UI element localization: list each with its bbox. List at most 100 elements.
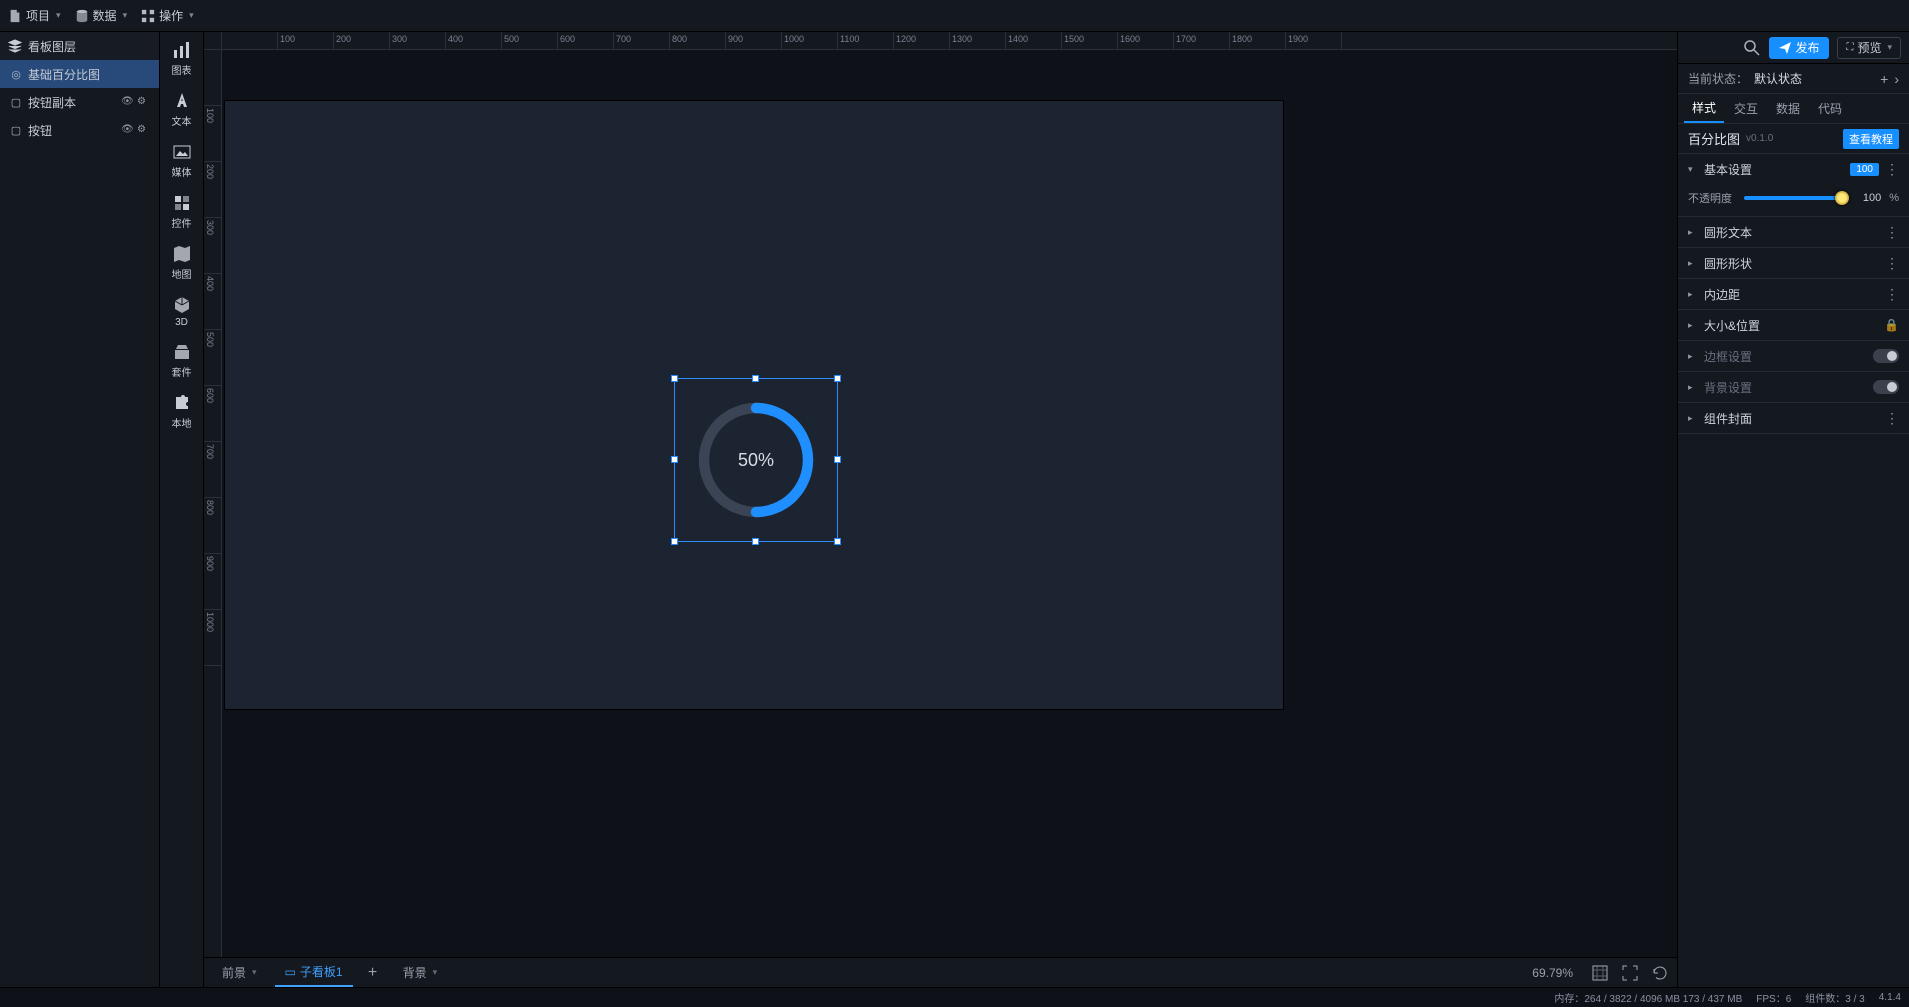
chevron-right-icon: ▸ — [1688, 258, 1698, 269]
more-icon[interactable]: ⋮ — [1885, 286, 1899, 303]
selection-box[interactable]: 50% — [674, 378, 838, 542]
section-label: 圆形形状 — [1704, 255, 1879, 272]
status-count: 组件数：3 / 3 — [1805, 990, 1864, 1005]
section-label: 边框设置 — [1704, 348, 1867, 365]
toolbox-widget[interactable]: 控件 — [172, 193, 192, 230]
section-cover-header[interactable]: ▸ 组件封面 ⋮ — [1678, 403, 1909, 433]
opacity-label: 不透明度 — [1688, 190, 1736, 206]
menu-project[interactable]: 项目▾ — [8, 7, 61, 24]
layer-panel-header: 看板图层 — [0, 32, 159, 60]
gear-icon[interactable]: ⚙ — [137, 124, 149, 136]
add-tab-button[interactable]: + — [361, 964, 385, 982]
more-icon[interactable]: ⋮ — [1885, 410, 1899, 427]
refresh-icon[interactable] — [1651, 964, 1669, 982]
section-label: 基本设置 — [1704, 161, 1844, 178]
status-ver: 4.1.4 — [1879, 992, 1901, 1003]
section-padding-header[interactable]: ▸ 内边距 ⋮ — [1678, 279, 1909, 309]
percent-gauge[interactable]: 50% — [691, 395, 821, 525]
toolbox-chart[interactable]: 图表 — [172, 40, 192, 77]
resize-handle-w[interactable] — [671, 456, 678, 463]
toggle-switch[interactable] — [1873, 380, 1899, 394]
grid-icon — [141, 9, 155, 23]
expand-icon[interactable] — [1621, 964, 1639, 982]
menu-data-label: 数据 — [93, 7, 117, 24]
state-row: 当前状态： 默认状态 + › — [1678, 64, 1909, 94]
gear-icon[interactable]: ⚙ — [137, 96, 149, 108]
slider-knob[interactable] — [1835, 191, 1849, 205]
more-icon[interactable]: ⋮ — [1885, 224, 1899, 241]
section-border: ▸ 边框设置 — [1678, 341, 1909, 372]
toolbox-map[interactable]: 地图 — [172, 244, 192, 281]
toolbox-local[interactable]: 本地 — [172, 393, 192, 430]
layer-item-button[interactable]: ▢ 按钮 👁⚙ — [0, 116, 159, 144]
publish-button[interactable]: 发布 — [1769, 37, 1829, 59]
search-icon[interactable] — [1743, 39, 1761, 57]
layer-item-percent-chart[interactable]: ◎ 基础百分比图 — [0, 60, 159, 88]
tab-background[interactable]: 背景▾ — [393, 958, 448, 987]
dashboard-board[interactable]: 50% — [224, 100, 1284, 710]
more-icon[interactable]: ⋮ — [1885, 161, 1899, 178]
menu-operate[interactable]: 操作▾ — [141, 7, 194, 24]
tab-style[interactable]: 样式 — [1684, 94, 1724, 123]
section-background-header[interactable]: ▸ 背景设置 — [1678, 372, 1909, 402]
resize-handle-sw[interactable] — [671, 538, 678, 545]
lock-icon[interactable]: 🔒 — [1884, 318, 1899, 332]
preview-label: 预览 — [1857, 39, 1881, 56]
resize-handle-nw[interactable] — [671, 375, 678, 382]
tab-data[interactable]: 数据 — [1768, 94, 1808, 123]
resize-handle-se[interactable] — [834, 538, 841, 545]
section-ringshape-header[interactable]: ▸ 圆形形状 ⋮ — [1678, 248, 1909, 278]
resize-handle-s[interactable] — [752, 538, 759, 545]
square-icon: ▢ — [10, 124, 22, 137]
tab-foreground[interactable]: 前景▾ — [212, 958, 267, 987]
resize-handle-ne[interactable] — [834, 375, 841, 382]
more-icon[interactable]: ⋮ — [1885, 255, 1899, 272]
tutorial-button[interactable]: 查看教程 — [1843, 129, 1899, 149]
section-label: 圆形文本 — [1704, 224, 1879, 241]
tab-code[interactable]: 代码 — [1810, 94, 1850, 123]
opacity-slider[interactable] — [1744, 196, 1843, 200]
tab-label: 背景 — [403, 964, 427, 981]
toolbox-3d[interactable]: 3D — [172, 295, 192, 328]
layer-item-button-copy[interactable]: ▢ 按钮副本 👁⚙ — [0, 88, 159, 116]
resize-handle-e[interactable] — [834, 456, 841, 463]
eye-icon[interactable]: 👁 — [121, 96, 133, 108]
opacity-slider-row: 不透明度 100 % — [1688, 190, 1899, 206]
chevron-down-icon: ▾ — [1688, 164, 1698, 175]
canvas-area[interactable]: 1002003004005006007008009001000110012001… — [204, 32, 1677, 957]
fit-icon[interactable] — [1591, 964, 1609, 982]
canvas-stage[interactable]: 50% — [222, 50, 1677, 957]
tab-interact[interactable]: 交互 — [1726, 94, 1766, 123]
toolbox-media[interactable]: 媒体 — [172, 142, 192, 179]
toolbox-kit[interactable]: 套件 — [172, 342, 192, 379]
toolbox-label: 3D — [175, 317, 188, 328]
chevron-down-icon: ▾ — [56, 10, 61, 21]
layer-list: ◎ 基础百分比图 ▢ 按钮副本 👁⚙ ▢ 按钮 👁⚙ — [0, 60, 159, 987]
text-icon — [172, 91, 192, 111]
section-basic-header[interactable]: ▾ 基本设置 100 ⋮ — [1678, 154, 1909, 184]
tab-subboard[interactable]: ▭子看板1 — [275, 958, 353, 987]
status-mem: 内存：264 / 3822 / 4096 MB 173 / 437 MB — [1554, 990, 1742, 1005]
chart-icon — [172, 40, 192, 60]
resize-handle-n[interactable] — [752, 375, 759, 382]
media-icon — [172, 142, 192, 162]
eye-icon[interactable]: 👁 — [121, 124, 133, 136]
menu-operate-label: 操作 — [159, 7, 183, 24]
section-sizepos-header[interactable]: ▸ 大小&位置 🔒 — [1678, 310, 1909, 340]
opacity-badge[interactable]: 100 — [1850, 163, 1879, 176]
toolbox-text[interactable]: 文本 — [172, 91, 192, 128]
menu-data[interactable]: 数据▾ — [75, 7, 128, 24]
toolbox-label: 图表 — [172, 62, 192, 77]
add-state-button[interactable]: + — [1880, 71, 1888, 87]
component-name: 百分比图 — [1688, 129, 1740, 148]
section-ringtext-header[interactable]: ▸ 圆形文本 ⋮ — [1678, 217, 1909, 247]
chevron-right-icon[interactable]: › — [1894, 71, 1899, 87]
opacity-unit: % — [1889, 192, 1899, 204]
tab-label: 子看板1 — [300, 963, 343, 980]
toggle-switch[interactable] — [1873, 349, 1899, 363]
canvas-wrap: 1002003004005006007008009001000110012001… — [204, 32, 1677, 987]
preview-button[interactable]: ⛶ 预览 ▾ — [1837, 37, 1901, 59]
opacity-value: 100 — [1851, 192, 1881, 204]
section-border-header[interactable]: ▸ 边框设置 — [1678, 341, 1909, 371]
kit-icon — [172, 342, 192, 362]
